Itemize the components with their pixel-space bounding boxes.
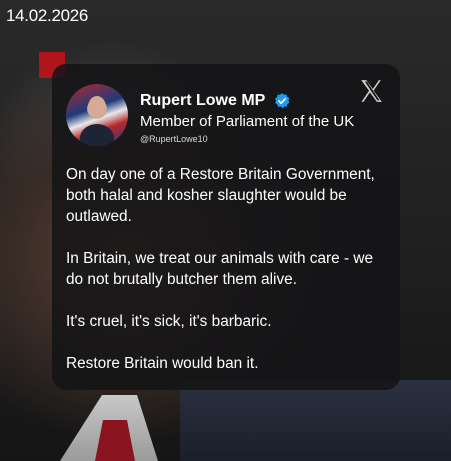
post-paragraph: On day one of a Restore Britain Governme… xyxy=(66,166,375,225)
author-title: Member of Parliament of the UK xyxy=(140,113,355,130)
x-logo-icon[interactable] xyxy=(358,78,384,104)
author-name[interactable]: Rupert Lowe MP xyxy=(140,92,265,110)
post-card: Rupert Lowe MP Member of Parliament of t… xyxy=(52,64,400,390)
avatar[interactable] xyxy=(66,84,128,146)
post-paragraph: In Britain, we treat our animals with ca… xyxy=(66,250,374,288)
post-header: Rupert Lowe MP Member of Parliament of t… xyxy=(66,84,386,146)
background-suit xyxy=(180,380,451,461)
verified-badge-icon xyxy=(275,93,290,109)
author-handle[interactable]: @RupertLowe10 xyxy=(140,134,354,144)
author-block: Rupert Lowe MP Member of Parliament of t… xyxy=(140,92,354,144)
date-label: 14.02.2026 xyxy=(6,6,89,25)
post-body: On day one of a Restore Britain Governme… xyxy=(66,164,386,374)
post-paragraph: Restore Britain would ban it. xyxy=(66,355,259,372)
post-paragraph: It's cruel, it's sick, it's barbaric. xyxy=(66,313,272,330)
